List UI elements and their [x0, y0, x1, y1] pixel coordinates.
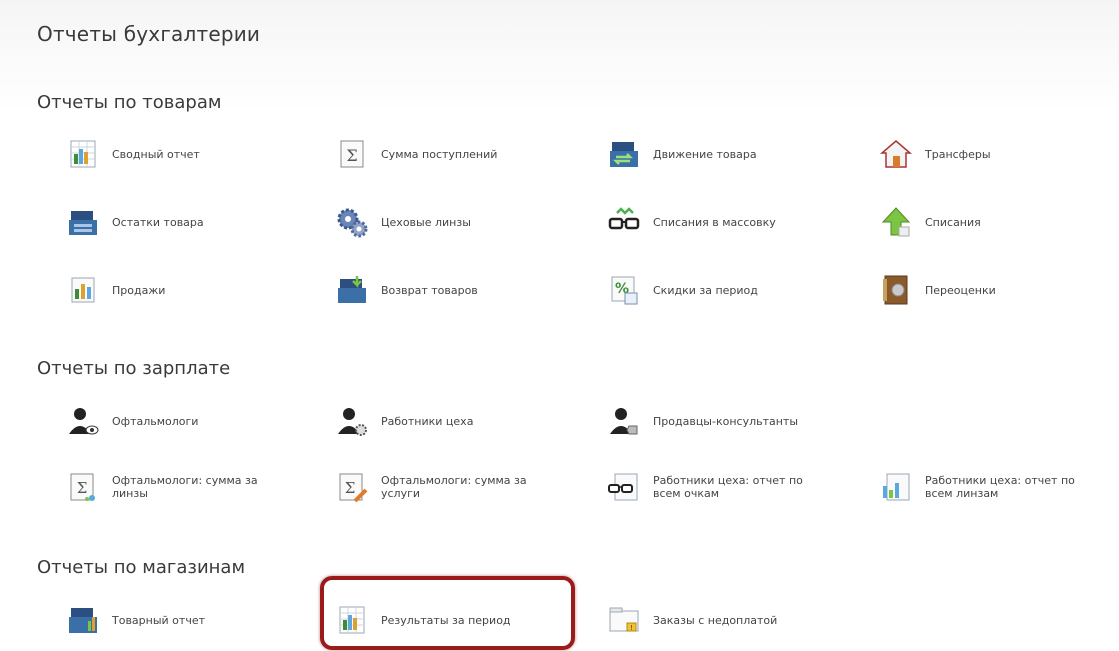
report-label: Сумма поступлений — [381, 147, 498, 161]
report-label: Переоценки — [925, 283, 996, 297]
svg-text:!: ! — [630, 624, 633, 632]
report-label: Продажи — [112, 283, 166, 297]
report-receipts-sum[interactable]: Σ Сумма поступлений — [333, 131, 497, 177]
sigma-pencil-icon: Σ — [333, 468, 371, 506]
report-bulk-writeoff[interactable]: Списания в массовку — [605, 199, 776, 245]
sigma-lens-icon: Σ — [64, 468, 102, 506]
glasses-icon — [605, 203, 643, 241]
user-tag-icon — [605, 402, 643, 440]
report-summary[interactable]: Сводный отчет — [64, 131, 200, 177]
report-sales[interactable]: Продажи — [64, 267, 165, 313]
report-workshop-all-glasses[interactable]: Работники цеха: отчет по всем очкам — [605, 464, 823, 510]
report-underpaid-orders[interactable]: ! Заказы с недоплатой — [605, 597, 777, 643]
svg-text:Σ: Σ — [346, 146, 357, 165]
report-sales-consultants[interactable]: Продавцы-консультанты — [605, 398, 798, 444]
report-goods-movement[interactable]: Движение товара — [605, 131, 757, 177]
report-label: Цеховые линзы — [381, 215, 471, 229]
bar-chart-icon — [64, 271, 102, 309]
section-title-salary: Отчеты по зарплате — [37, 358, 231, 379]
glasses-report-icon — [605, 468, 643, 506]
report-revaluations[interactable]: Переоценки — [877, 267, 996, 313]
highlight-marker — [320, 576, 575, 650]
report-label: Сводный отчет — [112, 147, 200, 161]
page-title: Отчеты бухгалтерии — [37, 22, 261, 46]
report-ophthalmologists[interactable]: Офтальмологи — [64, 398, 198, 444]
percent-calendar-icon: % — [605, 271, 643, 309]
section-title-goods: Отчеты по товарам — [37, 92, 222, 113]
price-book-icon — [877, 271, 915, 309]
svg-text:Σ: Σ — [77, 479, 88, 497]
house-icon — [877, 135, 915, 173]
report-label: Остатки товара — [112, 215, 204, 229]
report-writeoffs[interactable]: Списания — [877, 199, 981, 245]
report-label: Работники цеха: отчет по всем линзам — [925, 474, 1075, 500]
cash-register-arrows-icon — [605, 135, 643, 173]
report-workshop-workers[interactable]: Работники цеха — [333, 398, 473, 444]
folder-warning-icon: ! — [605, 601, 643, 639]
sigma-icon: Σ — [333, 135, 371, 173]
cash-register-return-icon — [333, 271, 371, 309]
report-label: Продавцы-консультанты — [653, 414, 799, 428]
report-ophthalmologists-lenses[interactable]: Σ Офтальмологи: сумма за линзы — [64, 464, 282, 510]
report-label: Трансферы — [925, 147, 991, 161]
lenses-report-icon — [877, 468, 915, 506]
cash-register-chart-icon — [64, 601, 102, 639]
report-label: Списания в массовку — [653, 215, 776, 229]
report-label: Офтальмологи: сумма за линзы — [112, 474, 258, 500]
report-discounts-period[interactable]: % Скидки за период — [605, 267, 758, 313]
report-label: Офтальмологи: сумма за услуги — [381, 474, 527, 500]
report-stock-balance[interactable]: Остатки товара — [64, 199, 204, 245]
user-eye-icon — [64, 402, 102, 440]
arrow-up-icon — [877, 203, 915, 241]
cash-register-icon — [64, 203, 102, 241]
report-label: Работники цеха — [381, 414, 474, 428]
report-goods-return[interactable]: Возврат товаров — [333, 267, 478, 313]
report-label: Движение товара — [653, 147, 757, 161]
report-label: Списания — [925, 215, 981, 229]
report-workshop-lenses[interactable]: Цеховые линзы — [333, 199, 471, 245]
report-label: Скидки за период — [653, 283, 758, 297]
report-workshop-all-lenses[interactable]: Работники цеха: отчет по всем линзам — [877, 464, 1095, 510]
report-label: Офтальмологи — [112, 414, 199, 428]
report-transfers[interactable]: Трансферы — [877, 131, 991, 177]
report-label: Работники цеха: отчет по всем очкам — [653, 474, 803, 500]
spreadsheet-chart-icon — [64, 135, 102, 173]
report-label: Товарный отчет — [112, 613, 205, 627]
section-title-stores: Отчеты по магазинам — [37, 557, 246, 578]
accounting-reports-page: Отчеты бухгалтерии Отчеты по товарам Сво… — [0, 0, 1119, 651]
report-goods-report[interactable]: Товарный отчет — [64, 597, 205, 643]
report-label: Заказы с недоплатой — [653, 613, 778, 627]
gears-icon — [333, 203, 371, 241]
report-label: Возврат товаров — [381, 283, 478, 297]
svg-text:Σ: Σ — [345, 479, 356, 497]
report-ophthalmologists-services[interactable]: Σ Офтальмологи: сумма за услуги — [333, 464, 551, 510]
user-gear-icon — [333, 402, 371, 440]
